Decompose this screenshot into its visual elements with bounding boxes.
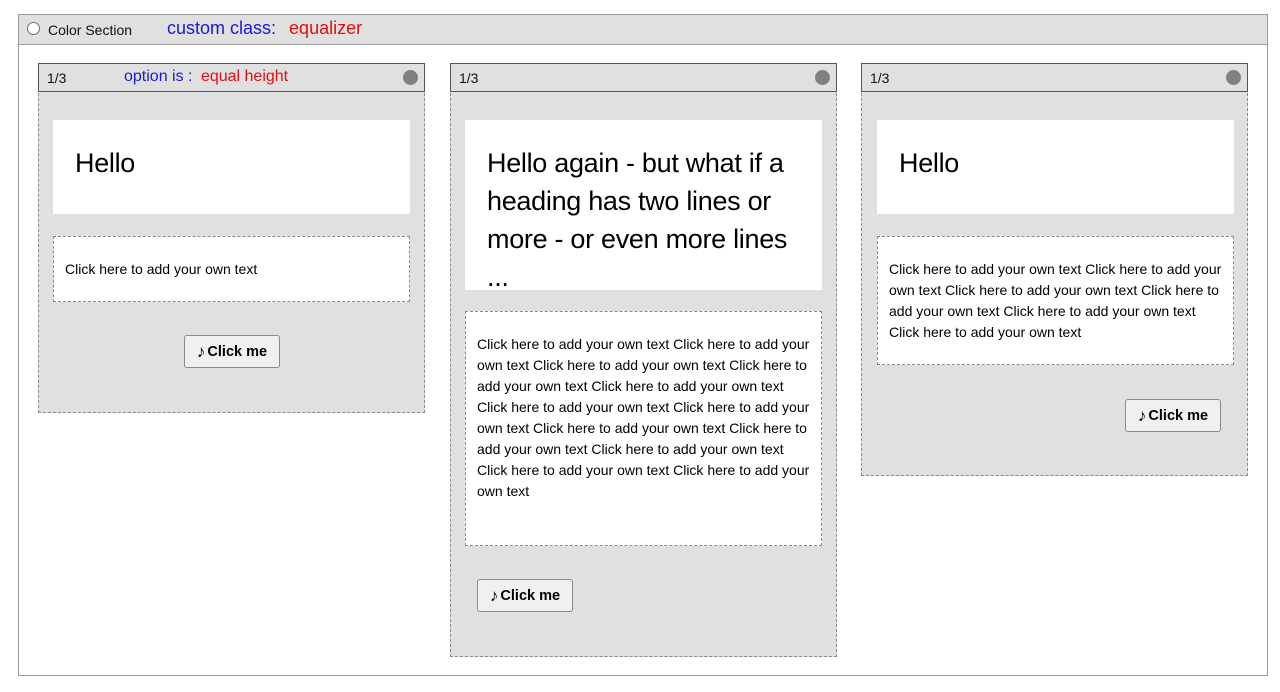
heading[interactable]: Hello again - but what if a heading has … (465, 120, 822, 292)
column-header: 1/3 option is : equal height (38, 63, 425, 92)
annotation-value: equalizer (289, 18, 363, 38)
annotation-label: custom class: (167, 18, 277, 38)
text-content: Click here to add your own text Click he… (889, 261, 1222, 340)
music-note-icon: ♪ (1137, 405, 1147, 425)
click-me-button[interactable]: ♪ Click me (477, 579, 573, 612)
column-annotation: option is : equal height (124, 68, 288, 86)
column-settings-dot[interactable] (815, 70, 830, 85)
column-header: 1/3 (450, 63, 837, 92)
column-1: 1/3 option is : equal height Hello Click… (38, 63, 425, 413)
click-me-button[interactable]: ♪ Click me (1125, 399, 1221, 432)
column-settings-dot[interactable] (403, 70, 418, 85)
column-settings-dot[interactable] (1226, 70, 1241, 85)
text-block[interactable]: Click here to add your own text Click he… (877, 236, 1234, 365)
section-radio[interactable] (27, 22, 40, 35)
annotation-value: equal height (200, 68, 289, 85)
button-label: Click me (207, 343, 268, 360)
button-label: Click me (1148, 407, 1209, 424)
music-note-icon: ♪ (489, 585, 499, 605)
column-size: 1/3 (870, 70, 890, 86)
click-me-button[interactable]: ♪ Click me (184, 335, 280, 368)
heading[interactable]: Hello (877, 120, 1234, 214)
text-content: Click here to add your own text (65, 260, 258, 277)
text-block[interactable]: Click here to add your own text Click he… (465, 311, 822, 546)
text-content: Click here to add your own text Click he… (477, 336, 810, 499)
section-annotation: custom class: equalizer (167, 18, 362, 39)
column-2: 1/3 Hello again - but what if a heading … (450, 63, 837, 657)
column-header: 1/3 (861, 63, 1248, 92)
column-size: 1/3 (47, 70, 67, 86)
heading[interactable]: Hello (53, 120, 410, 214)
column-size: 1/3 (459, 70, 479, 86)
text-block[interactable]: Click here to add your own text (53, 236, 410, 302)
section-header: Color Section custom class: equalizer (19, 15, 1267, 45)
column-3: 1/3 Hello Click here to add your own tex… (861, 63, 1248, 476)
music-note-icon: ♪ (196, 341, 206, 361)
section-title: Color Section (48, 22, 133, 38)
button-label: Click me (500, 587, 561, 604)
annotation-label: option is : (124, 68, 193, 85)
